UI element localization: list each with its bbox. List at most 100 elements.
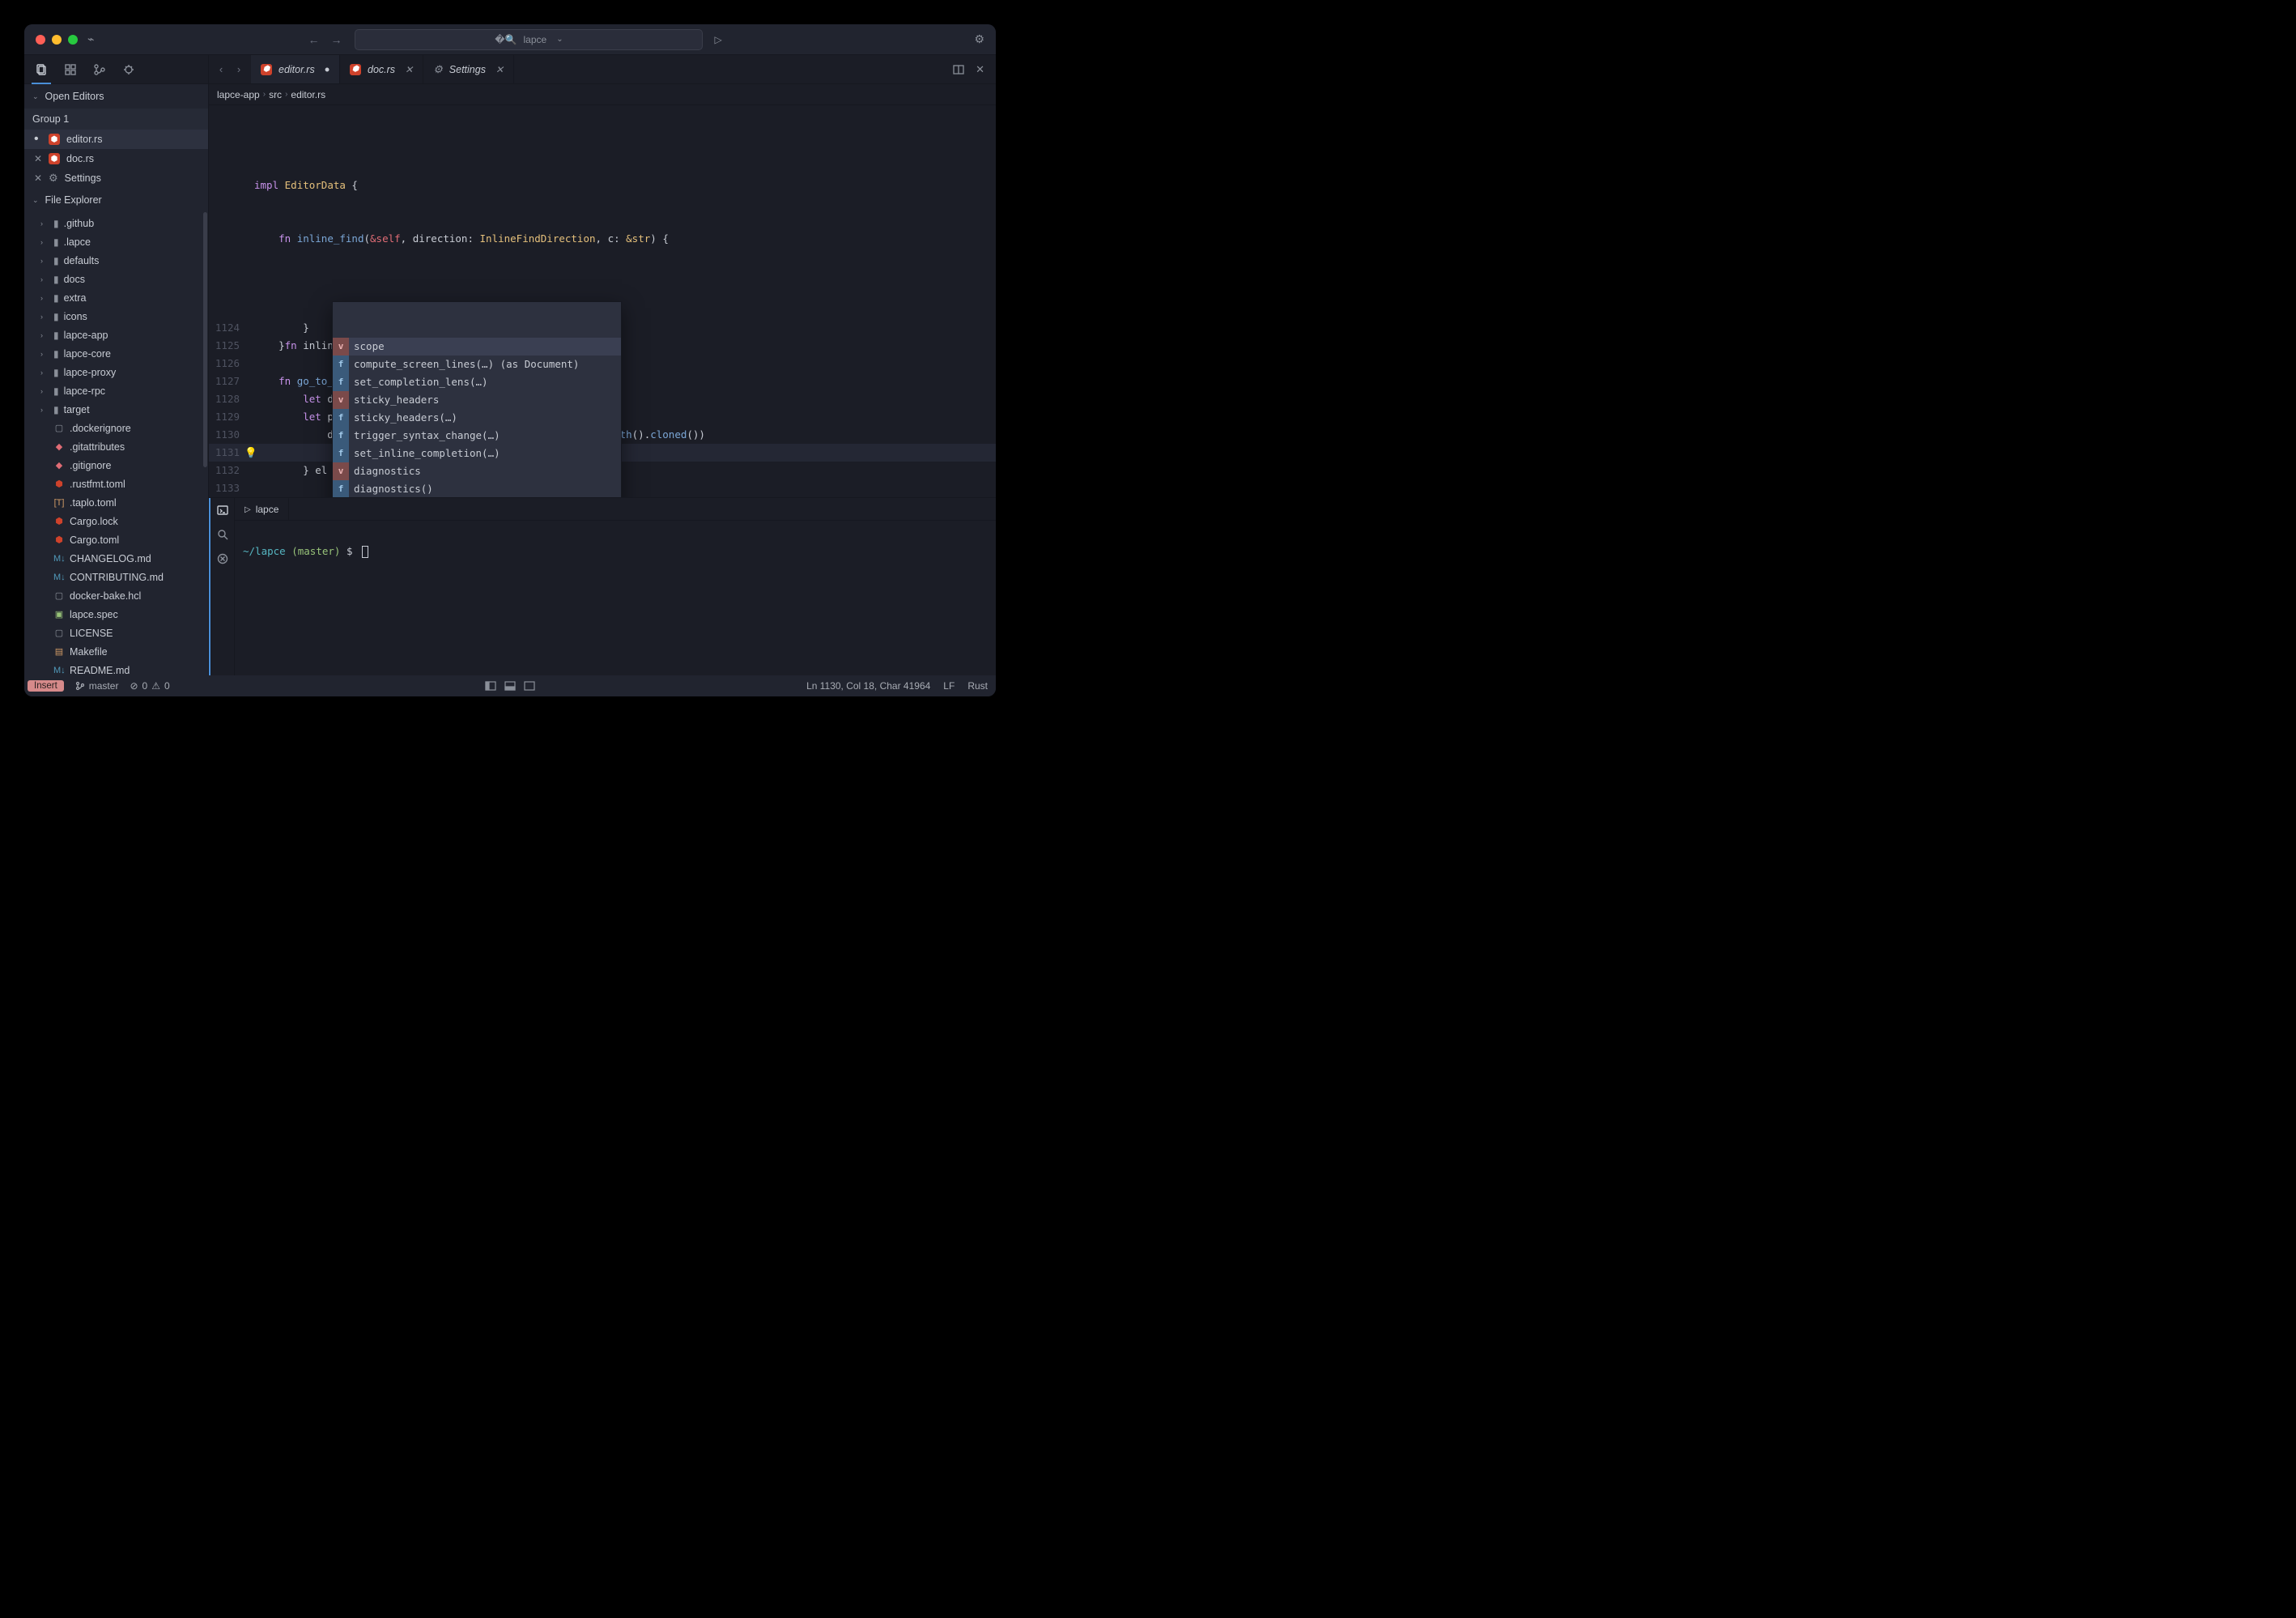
open-editor-item[interactable]: •⬢editor.rs xyxy=(24,130,208,149)
tree-folder[interactable]: ›▮lapce-rpc xyxy=(24,381,208,400)
terminal-content[interactable]: ~/lapce (master) $ xyxy=(235,521,996,675)
file-explorer-header[interactable]: ⌄ File Explorer xyxy=(24,188,208,212)
completion-item[interactable]: fdiagnostics() xyxy=(333,480,621,497)
tree-file[interactable]: M↓CONTRIBUTING.md xyxy=(24,568,208,586)
tree-file[interactable]: ▤Makefile xyxy=(24,642,208,661)
folder-icon: ▮ xyxy=(53,348,59,360)
tree-folder[interactable]: ›▮defaults xyxy=(24,251,208,270)
completion-item[interactable]: fsticky_headers(…) xyxy=(333,409,621,427)
chevron-right-icon: › xyxy=(40,350,49,358)
open-editors-header[interactable]: ⌄ Open Editors xyxy=(24,84,208,109)
tree-file[interactable]: [T].taplo.toml xyxy=(24,493,208,512)
command-palette-button[interactable]: �🔍 lapce ⌄ xyxy=(355,29,703,50)
tree-item-label: Cargo.lock xyxy=(70,516,118,527)
file-tree[interactable]: ›▮.github›▮.lapce›▮defaults›▮docs›▮extra… xyxy=(24,212,208,675)
explorer-tab-icon[interactable] xyxy=(34,62,49,77)
debug-tab-icon[interactable] xyxy=(121,62,136,77)
status-language[interactable]: Rust xyxy=(967,680,988,692)
plugin-tab-icon[interactable] xyxy=(63,62,78,77)
completion-item[interactable]: ftrigger_syntax_change(…) xyxy=(333,427,621,445)
breadcrumb[interactable]: lapce-app › src › editor.rs xyxy=(209,84,996,105)
completion-item[interactable]: vscope xyxy=(333,338,621,356)
completion-item[interactable]: vsticky_headers xyxy=(333,391,621,409)
toggle-left-panel-icon[interactable] xyxy=(485,681,496,691)
editor-tab[interactable]: ⬢doc.rs✕ xyxy=(340,55,423,83)
close-icon[interactable]: ✕ xyxy=(495,64,504,75)
status-diagnostics[interactable]: ⊘ 0 ⚠ 0 xyxy=(130,680,169,692)
code-area[interactable]: impl EditorData { fn inline_find(&self, … xyxy=(209,105,996,497)
problems-panel-icon[interactable] xyxy=(217,553,228,564)
search-panel-icon[interactable] xyxy=(217,529,228,540)
fullscreen-window-button[interactable] xyxy=(68,35,78,45)
terminal-panel-icon[interactable] xyxy=(217,505,228,516)
completion-popup[interactable]: vscopefcompute_screen_lines(…) (as Docum… xyxy=(332,301,622,497)
close-icon[interactable]: ✕ xyxy=(405,64,413,75)
toggle-bottom-panel-icon[interactable] xyxy=(504,681,516,691)
tab-next-button[interactable]: › xyxy=(232,63,246,75)
tree-file[interactable]: ▢docker-bake.hcl xyxy=(24,586,208,605)
close-icon[interactable]: ✕ xyxy=(34,172,42,184)
status-branch[interactable]: master xyxy=(75,680,119,692)
status-position[interactable]: Ln 1130, Col 18, Char 41964 xyxy=(806,680,930,692)
run-button[interactable]: ▷ xyxy=(714,34,721,45)
tree-folder[interactable]: ›▮docs xyxy=(24,270,208,288)
toggle-right-panel-icon[interactable] xyxy=(524,681,535,691)
open-editor-item[interactable]: ✕⬢doc.rs xyxy=(24,149,208,168)
editor-area[interactable]: impl EditorData { fn inline_find(&self, … xyxy=(209,105,996,497)
chevron-right-icon: › xyxy=(40,238,49,246)
tree-folder[interactable]: ›▮.github xyxy=(24,214,208,232)
tree-file[interactable]: ▣lapce.spec xyxy=(24,605,208,624)
close-all-icon[interactable]: ✕ xyxy=(976,63,984,76)
remote-icon[interactable]: ⌁ xyxy=(87,32,94,46)
completion-item[interactable]: fcompute_screen_lines(…) (as Document) xyxy=(333,356,621,373)
editor-tab[interactable]: ⬢editor.rs• xyxy=(251,55,340,83)
tree-file[interactable]: M↓README.md xyxy=(24,661,208,675)
completion-item[interactable]: fset_inline_completion(…) xyxy=(333,445,621,462)
tree-file[interactable]: ▢LICENSE xyxy=(24,624,208,642)
tree-folder[interactable]: ›▮lapce-core xyxy=(24,344,208,363)
tree-file[interactable]: ◆.gitignore xyxy=(24,456,208,475)
tree-item-label: .github xyxy=(64,218,95,229)
line-number: 1130 xyxy=(209,426,254,444)
tree-folder[interactable]: ›▮lapce-app xyxy=(24,326,208,344)
breadcrumb-segment[interactable]: src xyxy=(269,89,282,100)
tree-file[interactable]: ⬢Cargo.toml xyxy=(24,530,208,549)
file-icon: ▢ xyxy=(53,628,65,638)
lightbulb-icon[interactable]: 💡 xyxy=(244,446,257,458)
nav-back-button[interactable]: ← xyxy=(304,33,322,46)
tree-file[interactable]: ◆.gitattributes xyxy=(24,437,208,456)
tree-folder[interactable]: ›▮.lapce xyxy=(24,232,208,251)
status-eol[interactable]: LF xyxy=(943,680,955,692)
terminal-tab[interactable]: ▷ lapce xyxy=(235,498,289,520)
completion-item[interactable]: fset_completion_lens(…) xyxy=(333,373,621,391)
scm-tab-icon[interactable] xyxy=(92,62,107,77)
tree-folder[interactable]: ›▮icons xyxy=(24,307,208,326)
editor-tab[interactable]: ⚙Settings✕ xyxy=(423,55,514,83)
breadcrumb-segment[interactable]: lapce-app xyxy=(217,89,260,100)
nav-forward-button[interactable]: → xyxy=(327,33,345,46)
tree-file[interactable]: M↓CHANGELOG.md xyxy=(24,549,208,568)
tree-file[interactable]: ⬢.rustfmt.toml xyxy=(24,475,208,493)
tree-folder[interactable]: ›▮lapce-proxy xyxy=(24,363,208,381)
tree-folder[interactable]: ›▮target xyxy=(24,400,208,419)
completion-item[interactable]: vdiagnostics xyxy=(333,462,621,480)
tree-item-label: icons xyxy=(64,311,87,322)
completion-label: trigger_syntax_change(…) xyxy=(349,427,500,445)
chevron-right-icon: › xyxy=(40,275,49,283)
completion-label: diagnostics xyxy=(349,462,421,480)
tree-file[interactable]: ▢.dockerignore xyxy=(24,419,208,437)
tree-file[interactable]: ⬢Cargo.lock xyxy=(24,512,208,530)
tree-folder[interactable]: ›▮extra xyxy=(24,288,208,307)
breadcrumb-segment[interactable]: editor.rs xyxy=(291,89,325,100)
terminal[interactable]: ▷ lapce ~/lapce (master) $ xyxy=(235,498,996,675)
minimize-window-button[interactable] xyxy=(52,35,62,45)
sidebar-scrollbar[interactable] xyxy=(203,212,207,467)
split-editor-icon[interactable] xyxy=(953,64,964,75)
tree-item-label: .gitignore xyxy=(70,460,111,471)
open-editor-item[interactable]: ✕⚙Settings xyxy=(24,168,208,188)
tab-prev-button[interactable]: ‹ xyxy=(214,63,228,75)
editor-group-label: Group 1 xyxy=(24,109,208,130)
close-icon[interactable]: ✕ xyxy=(34,153,42,164)
settings-gear-icon[interactable]: ⚙ xyxy=(974,32,984,46)
close-window-button[interactable] xyxy=(36,35,45,45)
